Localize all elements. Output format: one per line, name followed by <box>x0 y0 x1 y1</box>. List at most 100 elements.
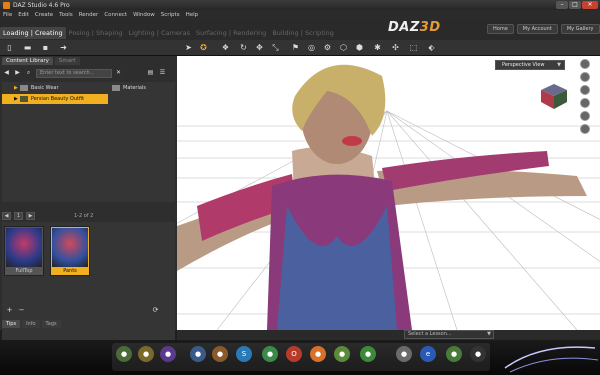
universal-tool-icon[interactable]: ✪ <box>198 42 209 53</box>
maximize-button[interactable]: □ <box>569 1 581 9</box>
media-icon[interactable]: ● <box>212 346 228 362</box>
tab-lighting-cameras[interactable]: Lighting | Cameras <box>125 27 193 39</box>
remove-icon[interactable]: − <box>16 304 27 315</box>
asset-thumbnails: FullTop Pants <box>2 222 175 352</box>
scale-tool-icon[interactable]: ⤡ <box>270 42 281 53</box>
clear-search-icon[interactable]: ✕ <box>114 68 123 77</box>
tab-tips[interactable]: Tips <box>2 320 21 328</box>
search-input[interactable]: Enter text to search... <box>36 69 112 78</box>
menu-file[interactable]: File <box>3 12 12 18</box>
page-number[interactable]: 1 <box>14 212 23 220</box>
view-mode-icon[interactable]: ▤ <box>146 68 155 77</box>
camera-view-dropdown[interactable]: Perspective View ▼ <box>495 60 565 70</box>
steam-icon[interactable]: ● <box>160 346 176 362</box>
expand-arrow-icon[interactable]: ▶ <box>14 85 18 91</box>
active-pose-icon[interactable]: ✱ <box>372 42 383 53</box>
forward-arrow-icon[interactable]: ▶ <box>13 68 22 77</box>
menu-render[interactable]: Render <box>79 12 99 18</box>
vlc-icon[interactable]: ● <box>360 346 376 362</box>
pan-icon[interactable] <box>580 85 590 95</box>
close-button[interactable]: ✕ <box>582 1 598 9</box>
pager: ◀ 1 ▶ 1-2 of 2 <box>2 211 175 221</box>
tree-item-basic-wear[interactable]: Basic Wear <box>31 85 59 91</box>
zoom-icon[interactable] <box>580 98 590 108</box>
menu-scripts[interactable]: Scripts <box>161 12 180 18</box>
add-icon[interactable]: + <box>4 304 15 315</box>
translate-tool-icon[interactable]: ✥ <box>254 42 265 53</box>
tree-item-persian-beauty-outfit[interactable]: Persian Beauty Outfit <box>31 96 84 102</box>
skype-icon[interactable]: S <box>236 346 252 362</box>
tree-item-persian-beauty-row[interactable]: ▶ Persian Beauty Outfit <box>2 94 108 104</box>
menu-edit[interactable]: Edit <box>18 12 29 18</box>
chrome2-icon[interactable]: ● <box>334 346 350 362</box>
asset-thumb-pants[interactable]: Pants <box>50 226 90 276</box>
reset-view-icon[interactable] <box>580 124 590 134</box>
refresh-icon[interactable]: ⟳ <box>150 304 161 315</box>
game-icon[interactable]: ● <box>446 346 462 362</box>
menu-connect[interactable]: Connect <box>104 12 127 18</box>
room-tabs: Loading | Creating Posing | Shaping Ligh… <box>0 26 337 40</box>
joint-editor-icon[interactable]: ⚙ <box>322 42 333 53</box>
tab-smart-content[interactable]: Smart <box>54 57 80 65</box>
tab-building-scripting[interactable]: Building | Scripting <box>269 27 337 39</box>
menu-help[interactable]: Help <box>186 12 199 18</box>
minimize-button[interactable]: – <box>556 1 568 9</box>
menu-bar: File Edit Create Tools Render Connect Wi… <box>0 10 600 20</box>
firefox-icon[interactable]: ● <box>310 346 326 362</box>
pointer-tool-icon[interactable]: ➤ <box>183 42 194 53</box>
surface-tool-icon[interactable]: ⚑ <box>290 42 301 53</box>
materials-folder-row[interactable]: Materials <box>112 83 146 93</box>
expand-arrow-icon[interactable]: ▶ <box>14 96 18 102</box>
photoshop-icon[interactable]: ● <box>190 346 206 362</box>
view-cube[interactable] <box>539 82 569 110</box>
options-icon[interactable]: ☰ <box>158 68 167 77</box>
app-icon[interactable]: ● <box>470 346 486 362</box>
chrome-icon[interactable]: ● <box>138 346 154 362</box>
spot-render-icon[interactable]: ◎ <box>306 42 317 53</box>
tab-tags[interactable]: Tags <box>41 320 61 328</box>
home-button[interactable]: Home <box>487 24 514 34</box>
prev-page-button[interactable]: ◀ <box>2 212 11 220</box>
trash-icon[interactable]: ● <box>396 346 412 362</box>
globe-icon[interactable]: ● <box>116 346 132 362</box>
asset-label: FullTop <box>15 268 33 274</box>
tab-posing-shaping[interactable]: Posing | Shaping <box>66 27 126 39</box>
3d-viewport[interactable] <box>177 56 600 330</box>
opera-icon[interactable]: O <box>286 346 302 362</box>
asset-label: Pants <box>63 268 77 274</box>
orbit-icon[interactable] <box>580 72 590 82</box>
export-icon[interactable]: ➜ <box>58 42 69 53</box>
render-icon[interactable]: ⬖ <box>426 42 437 53</box>
character-figure[interactable] <box>177 56 600 330</box>
search-icon[interactable]: ⌕ <box>24 68 33 77</box>
ie-icon[interactable]: e <box>420 346 436 362</box>
region-nav-icon[interactable]: ⬢ <box>354 42 365 53</box>
frame-icon[interactable] <box>580 111 590 121</box>
new-scene-icon[interactable]: ▯ <box>4 42 15 53</box>
back-arrow-icon[interactable]: ◀ <box>2 68 11 77</box>
folder-icon <box>19 85 28 91</box>
save-icon[interactable]: ▪ <box>40 42 51 53</box>
asset-thumb-fulltop[interactable]: FullTop <box>4 226 44 276</box>
menu-tools[interactable]: Tools <box>59 12 73 18</box>
tab-content-library[interactable]: Content Library <box>2 57 53 65</box>
tab-surfacing-rendering[interactable]: Surfacing | Rendering <box>193 27 269 39</box>
rotate-tool-icon[interactable]: ↻ <box>238 42 249 53</box>
my-gallery-button[interactable]: My Gallery <box>560 24 600 34</box>
viewport-options-icon[interactable] <box>580 59 590 69</box>
open-folder-icon[interactable]: ▬ <box>22 42 33 53</box>
title-bar: DAZ Studio 4.6 Pro – □ ✕ <box>0 0 600 10</box>
node-tool-icon[interactable]: ❖ <box>220 42 231 53</box>
light-tool-icon[interactable]: ✣ <box>390 42 401 53</box>
render-settings-icon[interactable]: ⬚ <box>408 42 419 53</box>
next-page-button[interactable]: ▶ <box>26 212 35 220</box>
tab-info[interactable]: Info <box>22 320 40 328</box>
music-icon[interactable]: ● <box>262 346 278 362</box>
geometry-editor-icon[interactable]: ⬡ <box>338 42 349 53</box>
menu-window[interactable]: Window <box>133 12 155 18</box>
folder-materials[interactable]: Materials <box>123 85 146 91</box>
tab-loading-creating[interactable]: Loading | Creating <box>0 27 66 39</box>
menu-create[interactable]: Create <box>35 12 53 18</box>
my-account-button[interactable]: My Account <box>516 24 558 34</box>
lesson-select[interactable]: Select a Lesson... ▼ <box>404 330 494 339</box>
